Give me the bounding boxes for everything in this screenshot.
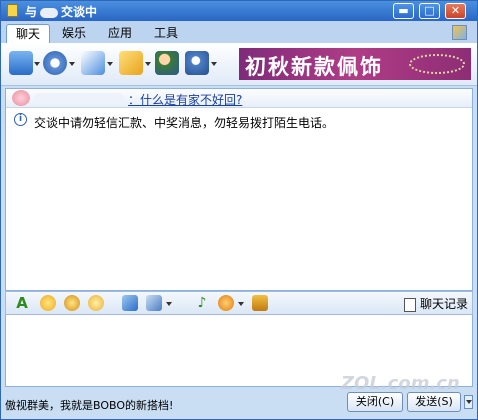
file-transfer-icon[interactable] (9, 51, 33, 75)
maximize-button[interactable]: □ (419, 3, 440, 19)
info-icon: i (14, 113, 27, 126)
watermark: ZOL.com.cn (341, 373, 460, 394)
video-call-icon[interactable] (43, 51, 67, 75)
contact-card-icon[interactable] (185, 51, 209, 75)
send-button[interactable]: 发送(S) (407, 392, 461, 412)
image-icon[interactable] (146, 295, 162, 311)
ad-necklace-image (409, 54, 465, 74)
close-button[interactable]: 关闭(C) (347, 392, 403, 412)
chat-toolbar: 初秋新款佩饰 (1, 43, 477, 86)
message-history[interactable]: ：什么是有家不好回? i 交谈中请勿轻信汇款、中奖消息，勿轻易拨打陌生电话。 (5, 88, 473, 291)
image-dropdown-icon[interactable] (166, 302, 172, 306)
tab-entertainment[interactable]: 娱乐 (53, 24, 95, 43)
input-toolbar: A ♪ 聊天记录 (5, 291, 473, 315)
ad-banner[interactable]: 初秋新款佩饰 (239, 48, 471, 80)
title-bar[interactable]: 与 交谈中 ▬ □ ✕ (1, 1, 477, 21)
send-message-dropdown-icon[interactable] (145, 62, 151, 66)
video-call-dropdown-icon[interactable] (69, 62, 75, 66)
chat-history-button[interactable]: 聊天记录 (403, 295, 468, 312)
gift-icon[interactable] (252, 295, 268, 311)
minimize-button[interactable]: ▬ (393, 3, 414, 19)
magic-emoticon-icon[interactable] (64, 295, 80, 311)
tab-tools[interactable]: 工具 (145, 24, 187, 43)
screenshot-icon[interactable] (122, 295, 138, 311)
contact-id-blurred (34, 93, 124, 103)
close-window-button[interactable]: ✕ (445, 3, 466, 19)
file-transfer-dropdown-icon[interactable] (34, 62, 40, 66)
voice-call-icon[interactable] (81, 51, 105, 75)
chat-window: 与 交谈中 ▬ □ ✕ 聊天 娱乐 应用 工具 初秋新款佩饰 ：什么是有家不好回? (0, 0, 478, 420)
chat-history-label: 聊天记录 (419, 297, 468, 311)
contact-signature[interactable]: ：什么是有家不好回? (128, 91, 242, 108)
skin-icon[interactable] (452, 25, 467, 40)
promo-link[interactable]: 傲视群美，我就是BOBO的新搭档! (5, 397, 173, 413)
tab-bar: 聊天 娱乐 应用 工具 (1, 21, 477, 44)
tab-apps[interactable]: 应用 (99, 24, 141, 43)
emoticon-icon[interactable] (40, 295, 56, 311)
chat-window-icon (7, 4, 18, 17)
contact-avatar[interactable] (12, 90, 30, 106)
music-icon[interactable]: ♪ (194, 295, 210, 311)
ad-text: 初秋新款佩饰 (245, 55, 383, 79)
title-suffix: 交谈中 (61, 5, 98, 19)
send-options-dropdown-icon[interactable] (464, 395, 473, 409)
tab-chat[interactable]: 聊天 (6, 24, 51, 44)
wink-emoticon-icon[interactable] (88, 295, 104, 311)
history-icon (403, 297, 416, 312)
contact-card-dropdown-icon[interactable] (211, 62, 217, 66)
title-prefix: 与 (25, 5, 38, 19)
shake-icon[interactable] (218, 295, 234, 311)
voice-call-dropdown-icon[interactable] (107, 62, 113, 66)
contact-name-blurred (40, 7, 59, 18)
send-message-icon[interactable] (119, 51, 143, 75)
window-title: 与 交谈中 (25, 3, 97, 20)
font-icon[interactable]: A (14, 295, 30, 311)
add-friend-icon[interactable] (155, 51, 179, 75)
shake-dropdown-icon[interactable] (238, 302, 244, 306)
safety-notice: 交谈中请勿轻信汇款、中奖消息，勿轻易拨打陌生电话。 (34, 116, 335, 130)
contact-signature-row: ：什么是有家不好回? (6, 89, 472, 108)
